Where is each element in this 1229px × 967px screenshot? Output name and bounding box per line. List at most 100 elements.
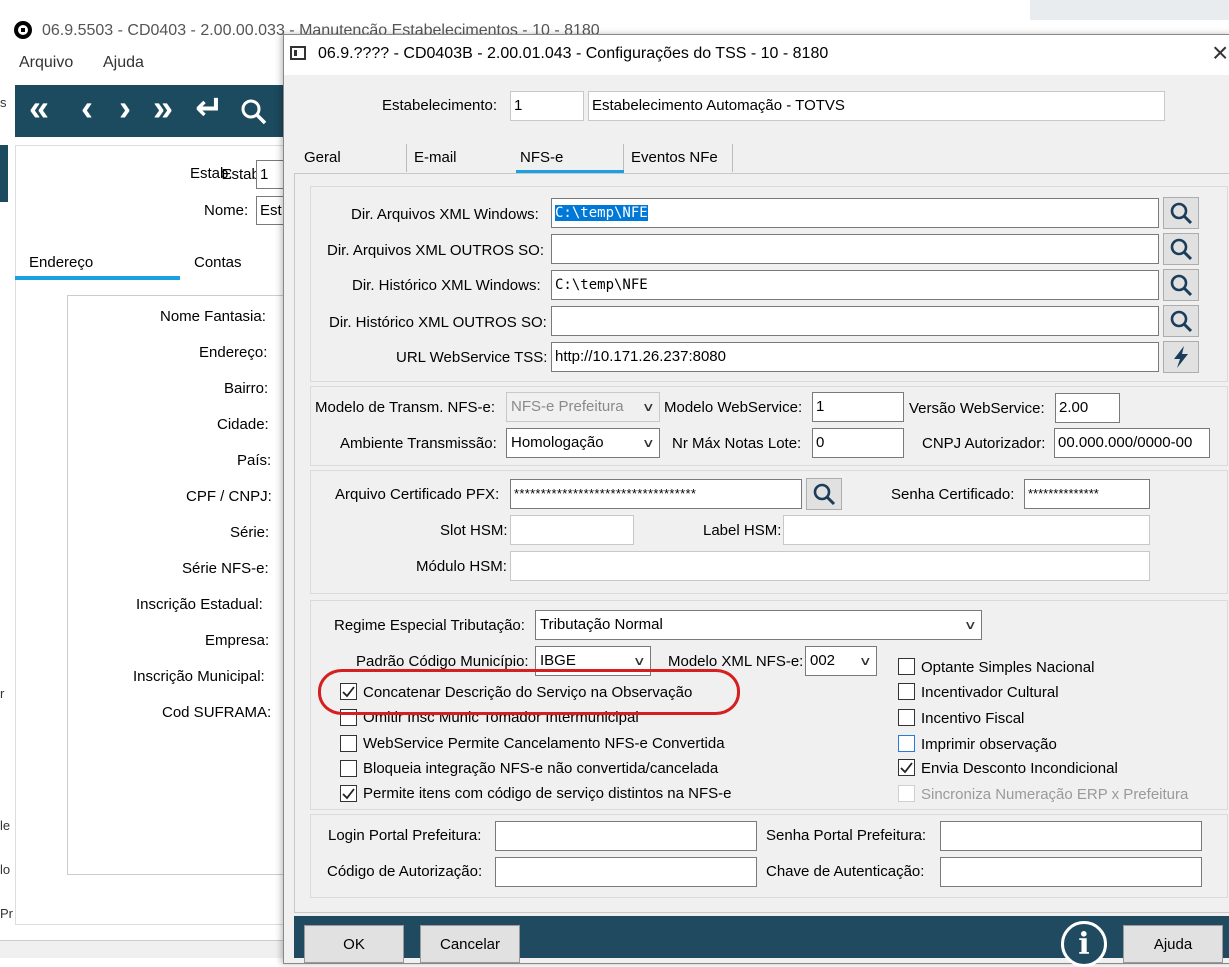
versao-ws-label: Versão WebService: xyxy=(909,400,1045,417)
ambiente-select[interactable]: Homologação ∨ xyxy=(506,428,660,458)
login-portal-input[interactable] xyxy=(495,821,757,851)
menu-arquivo[interactable]: Arquivo xyxy=(19,54,73,72)
modelo-transm-label: Modelo de Transm. NFS-e: xyxy=(315,399,496,416)
senha-cert-input[interactable]: ************** xyxy=(1024,479,1150,509)
versao-ws-input[interactable]: 2.00 xyxy=(1055,393,1120,423)
senha-cert-label: Senha Certificado: xyxy=(891,486,1015,503)
menu-ajuda[interactable]: Ajuda xyxy=(103,54,144,72)
checkbox-ws-cancelamento-label[interactable]: WebService Permite Cancelamento NFS-e Co… xyxy=(363,735,725,752)
field-endereco-label: Endereço: xyxy=(199,344,268,361)
field-cod-suframa-label: Cod SUFRAMA: xyxy=(162,704,272,721)
chave-autenticacao-input[interactable] xyxy=(940,857,1202,887)
browse-dir-xml-outros-button[interactable] xyxy=(1163,233,1199,265)
codigo-autorizacao-input[interactable] xyxy=(495,857,757,887)
field-serie-label: Série: xyxy=(230,524,270,541)
tab-contas[interactable]: Contas xyxy=(194,254,242,271)
checkbox-bloqueia-integracao-label[interactable]: Bloqueia integração NFS-e não convertida… xyxy=(363,760,718,777)
goto-record-icon[interactable]: ↵ xyxy=(195,88,224,128)
label-hsm-label: Label HSM: xyxy=(703,522,782,539)
field-cpf-cnpj-label: CPF / CNPJ: xyxy=(186,488,272,505)
bg-edge-text-r: r xyxy=(0,686,5,701)
bg-nome-label: Nome: xyxy=(204,202,249,219)
dir-xml-windows-selected-text: C:\temp\NFE xyxy=(555,205,648,221)
cnpj-autorizador-input[interactable]: 00.000.000/0000-00 xyxy=(1054,428,1210,458)
checkbox-optante-simples[interactable] xyxy=(898,658,915,675)
close-icon[interactable]: × xyxy=(1212,37,1228,69)
checkbox-permite-itens[interactable] xyxy=(340,785,357,802)
checkbox-imprimir-observacao[interactable] xyxy=(898,735,915,752)
tab-endereco[interactable]: Endereço xyxy=(15,248,180,280)
checkbox-imprimir-observacao-label[interactable]: Imprimir observação xyxy=(921,736,1057,753)
active-tab-underline xyxy=(15,276,180,280)
field-bairro-label: Bairro: xyxy=(224,380,269,397)
url-webservice-input[interactable]: http://10.171.26.237:8080 xyxy=(551,342,1159,372)
ok-button[interactable]: OK xyxy=(304,925,404,963)
checkbox-incentivador-cultural-label[interactable]: Incentivador Cultural xyxy=(921,684,1059,701)
dir-historico-windows-input[interactable]: C:\temp\NFE xyxy=(551,270,1159,300)
tab-nfse[interactable]: NFS-e xyxy=(520,149,563,166)
cert-label: Arquivo Certificado PFX: xyxy=(335,486,500,503)
bg-edge-text-pr: Pr xyxy=(0,906,13,921)
checkbox-incentivo-fiscal[interactable] xyxy=(898,709,915,726)
regime-label: Regime Especial Tributação: xyxy=(334,617,525,634)
slot-hsm-input xyxy=(510,515,634,545)
lightning-icon xyxy=(1174,346,1188,368)
dialog-title: 06.9.???? - CD0403B - 2.00.01.043 - Conf… xyxy=(318,45,829,62)
checkbox-envia-desconto[interactable] xyxy=(898,759,915,776)
previous-record-icon[interactable]: ‹ xyxy=(81,88,93,128)
browse-dir-historico-windows-button[interactable] xyxy=(1163,269,1199,301)
tab-separator-1 xyxy=(406,144,407,172)
dir-historico-outros-label: Dir. Histórico XML OUTROS SO: xyxy=(329,314,547,331)
tab-separator-2 xyxy=(623,144,624,172)
checkbox-bloqueia-integracao[interactable] xyxy=(340,760,357,777)
tab-geral[interactable]: Geral xyxy=(304,149,341,166)
bg-nome-input[interactable]: Est xyxy=(256,196,286,225)
checkbox-permite-itens-label[interactable]: Permite itens com código de serviço dist… xyxy=(363,785,732,802)
modelo-xml-select[interactable]: 002 ∨ xyxy=(805,646,877,676)
checkbox-optante-simples-label[interactable]: Optante Simples Nacional xyxy=(921,659,1094,676)
dir-historico-outros-input[interactable] xyxy=(551,306,1159,336)
field-inscricao-estadual-label: Inscrição Estadual: xyxy=(136,596,263,613)
checkbox-sincroniza-numeracao-label: Sincroniza Numeração ERP x Prefeitura xyxy=(921,786,1189,803)
next-record-icon[interactable]: › xyxy=(119,88,131,128)
search-icon xyxy=(1170,274,1193,297)
ambiente-label: Ambiente Transmissão: xyxy=(340,435,497,452)
bg-estab-input[interactable]: 1 xyxy=(256,160,286,189)
checkbox-incentivo-fiscal-label[interactable]: Incentivo Fiscal xyxy=(921,710,1024,727)
first-record-icon[interactable]: « xyxy=(29,88,49,128)
last-record-icon[interactable]: » xyxy=(153,88,173,128)
estab-code-input: 1 xyxy=(510,91,584,121)
browse-cert-button[interactable] xyxy=(806,478,842,510)
modelo-ws-input[interactable]: 1 xyxy=(812,392,904,422)
chevron-down-icon: ∨ xyxy=(642,436,656,450)
senha-portal-label: Senha Portal Prefeitura: xyxy=(766,827,927,844)
checkbox-incentivador-cultural[interactable] xyxy=(898,683,915,700)
checkbox-envia-desconto-label[interactable]: Envia Desconto Incondicional xyxy=(921,760,1118,777)
info-icon: i xyxy=(1078,926,1090,962)
app-icon xyxy=(290,46,306,60)
regime-select[interactable]: Tributação Normal ∨ xyxy=(535,610,982,640)
estab-label: Estabelecimento: xyxy=(382,97,498,114)
browse-dir-xml-windows-button[interactable] xyxy=(1163,197,1199,229)
cert-input[interactable]: ********************************** xyxy=(510,479,802,509)
test-connection-button[interactable] xyxy=(1163,341,1199,373)
info-button[interactable]: i xyxy=(1061,921,1107,967)
modelo-transm-value: NFS-e Prefeitura xyxy=(511,398,624,415)
checkbox-ws-cancelamento[interactable] xyxy=(340,735,357,752)
totvs-logo-icon xyxy=(14,21,32,39)
label-hsm-input xyxy=(783,515,1150,545)
cancel-button[interactable]: Cancelar xyxy=(420,925,520,963)
tab-email[interactable]: E-mail xyxy=(414,149,457,166)
help-button[interactable]: Ajuda xyxy=(1123,925,1223,963)
search-icon xyxy=(1170,238,1193,261)
search-icon[interactable] xyxy=(239,97,269,127)
browse-dir-historico-outros-button[interactable] xyxy=(1163,305,1199,337)
dir-xml-outros-input[interactable] xyxy=(551,234,1159,264)
tab-eventos-nfe[interactable]: Eventos NFe xyxy=(631,149,718,166)
modelo-xml-label: Modelo XML NFS-e: xyxy=(668,653,804,670)
dir-xml-windows-input[interactable]: C:\temp\NFE xyxy=(551,198,1159,228)
senha-portal-input[interactable] xyxy=(940,821,1202,851)
dir-historico-windows-label: Dir. Histórico XML Windows: xyxy=(352,277,541,294)
search-icon xyxy=(813,483,836,506)
nrmax-input[interactable]: 0 xyxy=(812,428,904,458)
